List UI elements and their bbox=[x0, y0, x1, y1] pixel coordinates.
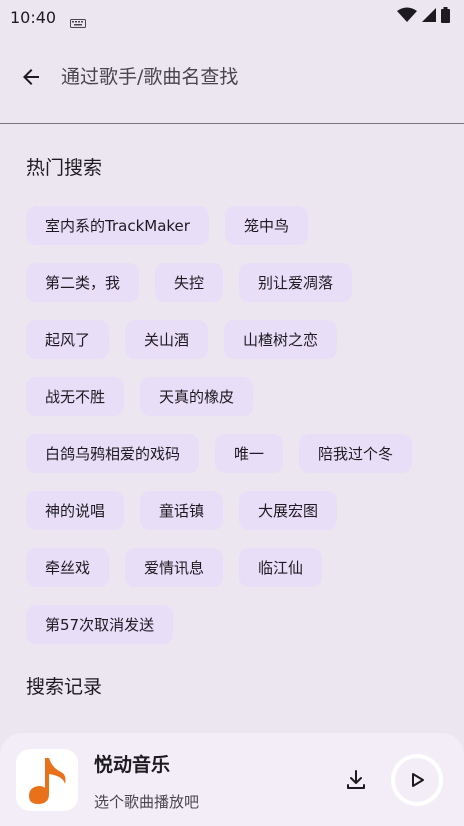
hot-search-chip[interactable]: 大展宏图 bbox=[239, 491, 338, 530]
arrow-back-icon bbox=[23, 69, 39, 85]
battery-icon bbox=[441, 7, 450, 27]
search-history-title: 搜索记录 bbox=[26, 676, 103, 698]
play-button[interactable] bbox=[391, 754, 443, 806]
mini-player[interactable]: 悦动音乐 选个歌曲播放吧 bbox=[0, 733, 464, 826]
hot-search-chip[interactable]: 牵丝戏 bbox=[26, 548, 110, 587]
status-icons bbox=[397, 7, 450, 27]
app-bar bbox=[0, 44, 464, 110]
chip-row: 战无不胜 天真的橡皮 bbox=[26, 377, 446, 416]
hot-search-chip[interactable]: 唯一 bbox=[215, 434, 284, 473]
player-title: 悦动音乐 bbox=[94, 754, 171, 776]
hot-search-chips: 室内系的TrackMaker 笼中鸟 第二类，我 失控 别让爱凋落 起风了 关山… bbox=[26, 206, 446, 662]
hot-search-chip[interactable]: 别让爱凋落 bbox=[239, 263, 353, 302]
search-input[interactable] bbox=[61, 57, 464, 97]
hot-search-chip[interactable]: 天真的橡皮 bbox=[140, 377, 254, 416]
hot-search-chip[interactable]: 关山酒 bbox=[125, 320, 209, 359]
chip-row: 第57次取消发送 bbox=[26, 605, 446, 644]
hot-search-chip[interactable]: 爱情讯息 bbox=[125, 548, 224, 587]
player-subtitle: 选个歌曲播放吧 bbox=[94, 793, 200, 811]
hot-search-chip[interactable]: 童话镇 bbox=[140, 491, 224, 530]
hot-search-chip[interactable]: 白鸽乌鸦相爱的戏码 bbox=[26, 434, 200, 473]
wifi-icon bbox=[397, 7, 417, 27]
download-icon bbox=[347, 770, 365, 789]
play-icon bbox=[412, 773, 424, 787]
hot-search-chip[interactable]: 第57次取消发送 bbox=[26, 605, 174, 644]
hot-search-chip[interactable]: 笼中鸟 bbox=[224, 206, 308, 245]
album-art bbox=[16, 749, 78, 811]
status-time: 10:40 bbox=[10, 7, 57, 27]
download-button[interactable] bbox=[339, 763, 373, 797]
back-button[interactable] bbox=[11, 57, 51, 97]
hot-search-chip[interactable]: 山楂树之恋 bbox=[224, 320, 338, 359]
hot-search-chip[interactable]: 临江仙 bbox=[239, 548, 323, 587]
chip-row: 起风了 关山酒 山楂树之恋 bbox=[26, 320, 446, 359]
hot-search-chip[interactable]: 神的说唱 bbox=[26, 491, 125, 530]
chip-row: 第二类，我 失控 别让爱凋落 bbox=[26, 263, 446, 302]
hot-search-chip[interactable]: 战无不胜 bbox=[26, 377, 125, 416]
hot-search-title: 热门搜索 bbox=[26, 157, 103, 179]
chip-row: 白鸽乌鸦相爱的戏码 唯一 陪我过个冬 bbox=[26, 434, 446, 473]
keyboard-icon bbox=[70, 13, 87, 28]
app-bar-divider bbox=[0, 123, 464, 124]
chip-row: 牵丝戏 爱情讯息 临江仙 bbox=[26, 548, 446, 587]
chip-row: 室内系的TrackMaker 笼中鸟 bbox=[26, 206, 446, 245]
hot-search-chip[interactable]: 第二类，我 bbox=[26, 263, 140, 302]
signal-icon bbox=[421, 7, 437, 27]
hot-search-chip[interactable]: 起风了 bbox=[26, 320, 110, 359]
status-bar: 10:40 bbox=[0, 0, 464, 34]
music-note-icon bbox=[29, 758, 66, 804]
hot-search-chip[interactable]: 陪我过个冬 bbox=[299, 434, 413, 473]
hot-search-chip[interactable]: 室内系的TrackMaker bbox=[26, 206, 209, 245]
hot-search-chip[interactable]: 失控 bbox=[155, 263, 224, 302]
chip-row: 神的说唱 童话镇 大展宏图 bbox=[26, 491, 446, 530]
